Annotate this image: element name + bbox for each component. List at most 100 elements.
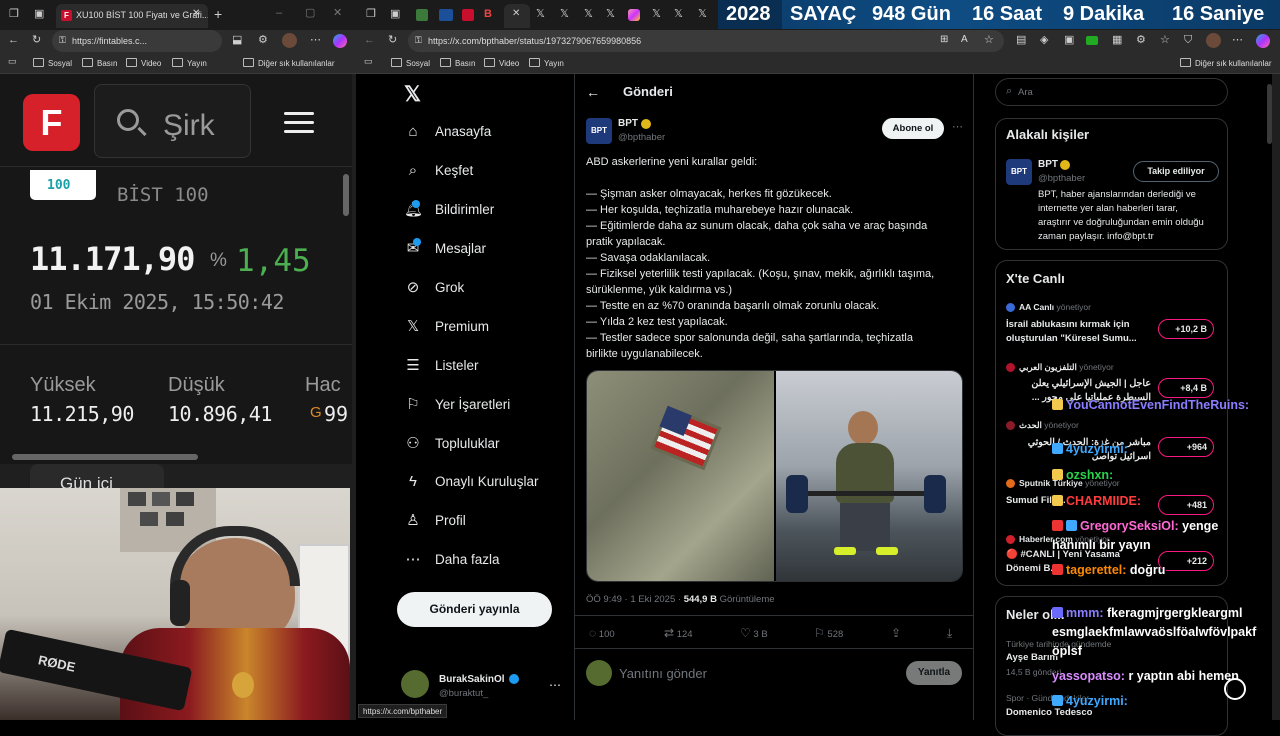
tab-x-icon[interactable]: 𝕏 [698, 9, 707, 20]
author-avatar[interactable]: BPT [586, 118, 612, 144]
favorites-icon[interactable]: ☆ [1160, 35, 1170, 46]
favorite-star-icon[interactable]: ☆ [984, 33, 994, 46]
live-title-line[interactable]: İsrail ablukasını kırmak için [1006, 319, 1130, 330]
subscribe-button[interactable]: Abone ol [882, 118, 944, 139]
bookmarks-icon[interactable]: ⚐ [404, 396, 422, 414]
extension-icon[interactable]: ▦ [1112, 35, 1122, 46]
right-url-bar[interactable]: ⚿ https://x.com/bpthaber/status/19732790… [408, 30, 1004, 52]
extension-icon[interactable]: ▣ [1064, 35, 1074, 46]
live-listeners-pill[interactable]: +10,2 B [1158, 319, 1214, 339]
fintables-logo[interactable]: F [23, 94, 80, 151]
instagram-icon[interactable] [628, 9, 640, 21]
post-media[interactable] [586, 370, 963, 582]
bookmark-basin[interactable]: Basın [440, 58, 475, 68]
nav-grok[interactable]: Grok [435, 280, 464, 295]
nav-profile[interactable]: Profil [435, 513, 466, 528]
shield-icon[interactable]: ⛉ [1184, 35, 1192, 46]
trend-name[interactable]: Ayşe Barım [1006, 652, 1058, 663]
tab-favicon[interactable] [416, 9, 428, 21]
live-listeners-pill[interactable]: +481 [1158, 495, 1214, 515]
live-title-line[interactable]: oluşturulan "Küresel Sumu... [1006, 333, 1137, 344]
workspaces-icon[interactable]: ❐ [9, 9, 19, 20]
bookmark-basin[interactable]: Basın [82, 58, 117, 68]
lists-icon[interactable]: ☰ [404, 357, 422, 375]
explore-icon[interactable]: ⌕ [404, 162, 422, 180]
bookmark-yayin[interactable]: Yayın [172, 58, 207, 68]
nav-explore[interactable]: Keşfet [435, 163, 473, 178]
tab-actions-icon[interactable]: ▣ [34, 9, 44, 20]
back-arrow-icon[interactable]: ← [586, 84, 600, 100]
live-title-line[interactable]: عاجل | الجيش الإسرائيلي يعلن [1006, 378, 1151, 389]
tab-x-icon[interactable]: 𝕏 [606, 9, 615, 20]
copilot-icon[interactable] [1256, 34, 1270, 48]
workspaces-icon[interactable]: ❐ [366, 9, 376, 20]
bookmark-video[interactable]: Video [126, 58, 161, 68]
repost-action[interactable]: ⇄ 124 [664, 626, 693, 640]
nav-premium[interactable]: Premium [435, 319, 489, 334]
nav-communities[interactable]: Topluluklar [435, 436, 500, 451]
bookmark-other[interactable]: Diğer sık kullanılanlar [243, 58, 334, 68]
tab-favicon[interactable] [462, 9, 474, 21]
bookmark-action[interactable]: ⚐ 528 [814, 626, 843, 640]
verified-orgs-icon[interactable]: ϟ [404, 473, 422, 491]
post-time[interactable]: ÖÖ 9:49 · 1 Eki 2025 · [586, 594, 681, 605]
reload-icon[interactable]: ↻ [388, 35, 397, 46]
app-available-icon[interactable]: ⊞ [940, 34, 948, 45]
bookmark-video[interactable]: Video [484, 58, 519, 68]
vertical-scrollbar[interactable] [343, 174, 349, 216]
copilot-icon[interactable] [333, 34, 347, 48]
tab-favicon[interactable] [439, 9, 453, 21]
tab-x-icon[interactable]: 𝕏 [584, 9, 593, 20]
bookmarks-bar-icon[interactable]: ▭ [364, 57, 373, 66]
post-more-icon[interactable]: ⋯ [952, 120, 963, 133]
more-menu-icon[interactable]: ⋯ [1232, 35, 1243, 46]
tab-fintables[interactable]: F XU100 BİST 100 Fiyatı ve Grafi... [56, 4, 208, 28]
bookmarks-bar-icon[interactable]: ▭ [8, 57, 17, 66]
premium-icon[interactable]: 𝕏 [404, 318, 422, 336]
nav-more[interactable]: Daha fazla [435, 552, 500, 567]
communities-icon[interactable]: ⚇ [404, 435, 422, 453]
site-info-icon[interactable]: ⚿ [59, 35, 66, 46]
tab-x-icon[interactable]: 𝕏 [560, 9, 569, 20]
profile-avatar[interactable] [282, 33, 297, 48]
soldier-uniform-image[interactable] [587, 371, 774, 581]
x-search-input[interactable]: ⌕ Ara [995, 78, 1228, 106]
download-icon[interactable]: ⤓ [947, 626, 952, 641]
live-listeners-pill[interactable]: +964 [1158, 437, 1214, 457]
nav-bookmarks[interactable]: Yer İşaretleri [435, 397, 510, 412]
related-avatar[interactable]: BPT [1006, 159, 1032, 185]
live-title-line[interactable]: Dönemi B... [1006, 563, 1058, 574]
related-name[interactable]: BPT [1038, 159, 1058, 170]
more-menu-icon[interactable]: ⋯ [310, 35, 321, 46]
back-icon[interactable]: ← [364, 35, 375, 46]
nav-lists[interactable]: Listeler [435, 358, 479, 373]
extension-icon[interactable] [1086, 36, 1098, 45]
close-tab-icon[interactable]: ✕ [512, 9, 520, 19]
tab-x-icon[interactable]: 𝕏 [674, 9, 683, 20]
fintables-search[interactable]: Şirk [94, 84, 251, 158]
extensions-icon[interactable]: ⚙ [258, 35, 268, 46]
tab-actions-icon[interactable]: ▣ [390, 9, 400, 20]
page-scrollbar[interactable] [1267, 84, 1272, 144]
tab-x-icon[interactable]: 𝕏 [652, 9, 661, 20]
downloads-icon[interactable]: ⬓ [232, 35, 242, 46]
extension-icon[interactable]: ◈ [1040, 35, 1048, 46]
left-url-bar[interactable]: ⚿ https://fintables.c... [52, 30, 222, 52]
nav-notifications[interactable]: Bildirimler [435, 202, 494, 217]
extensions-puzzle-icon[interactable]: ⚙ [1136, 35, 1146, 46]
post-button[interactable]: Gönderi yayınla [397, 592, 552, 627]
trend-name[interactable]: Domenico Tedesco [1006, 707, 1092, 718]
profile-avatar[interactable] [1206, 33, 1221, 48]
nav-messages[interactable]: Mesajlar [435, 241, 486, 256]
close-window-icon[interactable]: ✕ [333, 8, 342, 19]
account-menu-icon[interactable]: ⋯ [549, 678, 561, 692]
live-listeners-pill[interactable]: +8,4 B [1158, 378, 1214, 398]
new-tab-icon[interactable]: + [214, 7, 222, 21]
profile-icon[interactable]: ♙ [404, 512, 422, 530]
hamburger-menu-icon[interactable] [284, 112, 314, 133]
live-listeners-pill[interactable]: +212 [1158, 551, 1214, 571]
read-aloud-icon[interactable]: A [961, 34, 968, 45]
like-action[interactable]: ♡ 3 B [740, 626, 768, 640]
reply-action[interactable]: ◌ 100 [589, 626, 615, 640]
bookmark-yayin[interactable]: Yayın [529, 58, 564, 68]
